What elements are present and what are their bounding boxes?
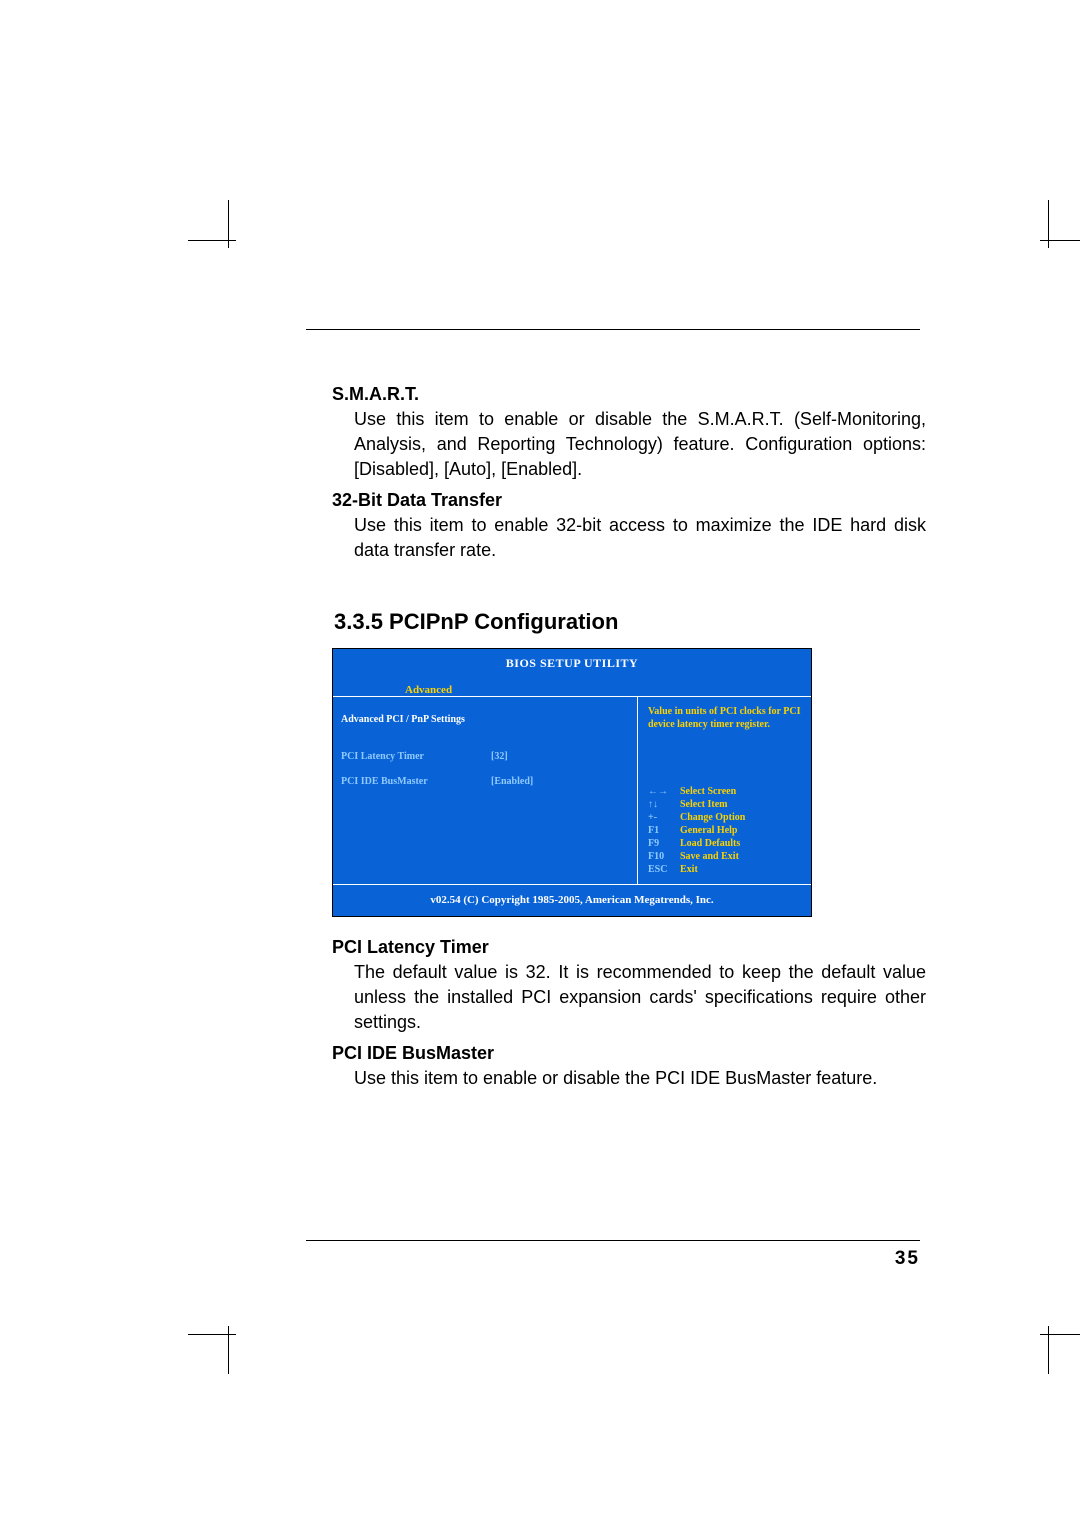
crop-mark-bottom-left [188,1326,236,1374]
bios-key: +- [648,811,680,824]
bios-screenshot: BIOS SETUP UTILITY Advanced Advanced PCI… [332,648,812,917]
bios-key: ESC [648,863,680,876]
bios-key-desc: Exit [680,863,698,876]
pci-ide-title: PCI IDE BusMaster [332,1041,926,1066]
bios-key-desc: General Help [680,824,738,837]
pci-latency-body: The default value is 32. It is recommend… [332,960,926,1035]
section-title: 3.3.5 PCIPnP Configuration [334,609,926,634]
bios-row: PCI Latency Timer [32] [341,744,629,769]
crop-mark-top-left [188,200,236,248]
bios-key-desc: Select Screen [680,785,736,798]
bit32-body: Use this item to enable 32-bit access to… [332,513,926,563]
bios-key: ←→ [648,785,680,798]
bios-right-panel: Value in units of PCI clocks for PCI dev… [638,696,811,884]
pci-latency-title: PCI Latency Timer [332,935,926,960]
rule-top [306,329,920,330]
bios-row-value: [32] [491,744,508,769]
bios-key: F9 [648,837,680,850]
bios-header: BIOS SETUP UTILITY [333,649,811,678]
page: S.M.A.R.T. Use this item to enable or di… [0,0,1080,1528]
bios-key-desc: Select Item [680,798,727,811]
bios-key: F1 [648,824,680,837]
bios-subtitle: Advanced PCI / PnP Settings [341,707,629,732]
bios-key: ↑↓ [648,798,680,811]
crop-mark-bottom-right [1040,1326,1080,1374]
bios-footer: v02.54 (C) Copyright 1985-2005, American… [333,884,811,916]
bios-key-desc: Load Defaults [680,837,740,850]
bios-help-text: Value in units of PCI clocks for PCI dev… [648,705,803,731]
bios-row-value: [Enabled] [491,769,533,794]
pci-ide-body: Use this item to enable or disable the P… [332,1066,926,1091]
rule-bottom [306,1240,920,1241]
bios-tab-row: Advanced [333,678,811,696]
page-content: S.M.A.R.T. Use this item to enable or di… [332,378,926,1091]
bios-key-desc: Change Option [680,811,745,824]
bios-key-desc: Save and Exit [680,850,739,863]
bios-row-label: PCI IDE BusMaster [341,769,491,794]
bios-row: PCI IDE BusMaster [Enabled] [341,769,629,794]
bios-body: Advanced PCI / PnP Settings PCI Latency … [333,696,811,884]
page-number: 35 [895,1248,920,1270]
smart-title: S.M.A.R.T. [332,382,926,407]
smart-body: Use this item to enable or disable the S… [332,407,926,482]
bios-key-legend: ←→Select Screen ↑↓Select Item +-Change O… [648,785,803,876]
bios-tab-advanced: Advanced [405,678,452,703]
crop-mark-top-right [1040,200,1080,248]
bit32-title: 32-Bit Data Transfer [332,488,926,513]
bios-row-label: PCI Latency Timer [341,744,491,769]
bios-key: F10 [648,850,680,863]
bios-left-panel: Advanced PCI / PnP Settings PCI Latency … [333,696,638,884]
